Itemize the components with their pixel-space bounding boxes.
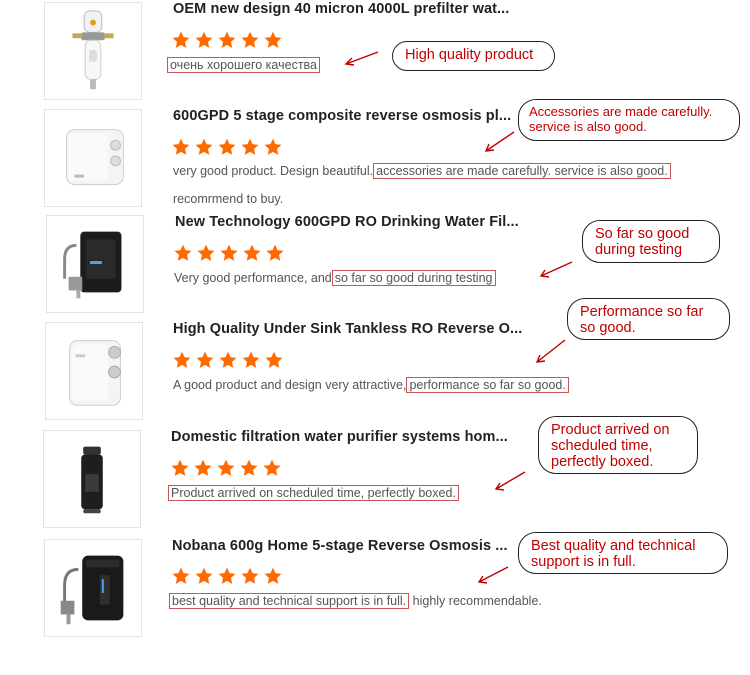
product-image[interactable] [44, 539, 142, 637]
arrow-icon [539, 261, 573, 278]
star-rating [171, 566, 283, 586]
star-icon [174, 244, 192, 261]
star-icon [218, 31, 236, 48]
product-image[interactable] [44, 109, 142, 207]
star-icon [266, 244, 284, 261]
star-icon [241, 138, 259, 155]
callout-note: Accessories are made carefully. service … [518, 99, 740, 141]
review-text: A good product and design very attractiv… [173, 377, 569, 393]
arrow-icon [484, 131, 515, 152]
star-icon [264, 138, 282, 155]
callout-note: Best quality and technical support is in… [518, 532, 728, 574]
product-title[interactable]: Nobana 600g Home 5-stage Reverse Osmosis… [172, 538, 508, 554]
star-icon [264, 31, 282, 48]
star-icon [197, 244, 215, 261]
star-icon [242, 351, 260, 368]
star-icon [195, 31, 213, 48]
star-rating [173, 243, 285, 263]
review-text: Product arrived on scheduled time, perfe… [168, 485, 459, 501]
star-rating [171, 137, 283, 157]
review-text-line2: recomrmend to buy. [173, 192, 284, 206]
star-icon [241, 567, 259, 584]
star-icon [265, 351, 283, 368]
callout-note: High quality product [392, 41, 555, 71]
review-text-plain: very good product. Design beautiful. [173, 164, 374, 178]
star-icon [240, 459, 258, 476]
arrow-icon [494, 471, 526, 491]
review-text-plain: A good product and design very attractiv… [173, 378, 407, 392]
star-icon [219, 351, 237, 368]
star-icon [241, 31, 259, 48]
product-image[interactable] [44, 2, 142, 100]
star-icon [172, 138, 190, 155]
product-title[interactable]: High Quality Under Sink Tankless RO Reve… [173, 321, 522, 337]
star-icon [264, 567, 282, 584]
arrow-icon [535, 339, 566, 363]
star-rating [171, 30, 283, 50]
star-icon [220, 244, 238, 261]
star-rating [172, 350, 284, 370]
product-title[interactable]: 600GPD 5 stage composite reverse osmosis… [173, 108, 511, 124]
star-icon [194, 459, 212, 476]
product-image[interactable] [43, 430, 141, 528]
callout-note: So far so good during testing [582, 220, 720, 263]
review-text: best quality and technical support is in… [169, 593, 542, 609]
arrow-icon [477, 566, 509, 584]
star-icon [217, 459, 235, 476]
star-icon [195, 567, 213, 584]
star-rating [170, 458, 282, 478]
product-title[interactable]: New Technology 600GPD RO Drinking Water … [175, 214, 519, 230]
star-icon [243, 244, 261, 261]
star-icon [172, 567, 190, 584]
product-image[interactable] [45, 322, 143, 420]
review-text: Very good performance, and so far so good… [174, 270, 496, 286]
review-highlight: performance so far so good. [406, 377, 569, 393]
star-icon [172, 31, 190, 48]
star-icon [195, 138, 213, 155]
review-text: very good product. Design beautiful. acce… [173, 163, 671, 179]
star-icon [263, 459, 281, 476]
product-title[interactable]: Domestic filtration water purifier syste… [171, 429, 508, 445]
review-highlight: so far so good during testing [331, 270, 496, 286]
star-icon [218, 138, 236, 155]
product-title[interactable]: OEM new design 40 micron 4000L prefilter… [173, 1, 509, 17]
review-highlight: очень хорошего качества [167, 57, 320, 73]
review-highlight: accessories are made carefully. service … [373, 163, 671, 179]
star-icon [171, 459, 189, 476]
review-text-plain: Very good performance, and [174, 271, 332, 285]
product-image[interactable] [46, 215, 144, 313]
star-icon [173, 351, 191, 368]
callout-note: Product arrived on scheduled time, perfe… [538, 416, 698, 474]
star-icon [196, 351, 214, 368]
review-text-plain: highly recommendable. [409, 594, 542, 608]
arrow-icon [344, 51, 379, 66]
review-text: очень хорошего качества [167, 57, 320, 73]
star-icon [218, 567, 236, 584]
review-highlight: best quality and technical support is in… [169, 593, 410, 609]
callout-note: Performance so far so good. [567, 298, 730, 340]
review-highlight: Product arrived on scheduled time, perfe… [168, 485, 459, 501]
